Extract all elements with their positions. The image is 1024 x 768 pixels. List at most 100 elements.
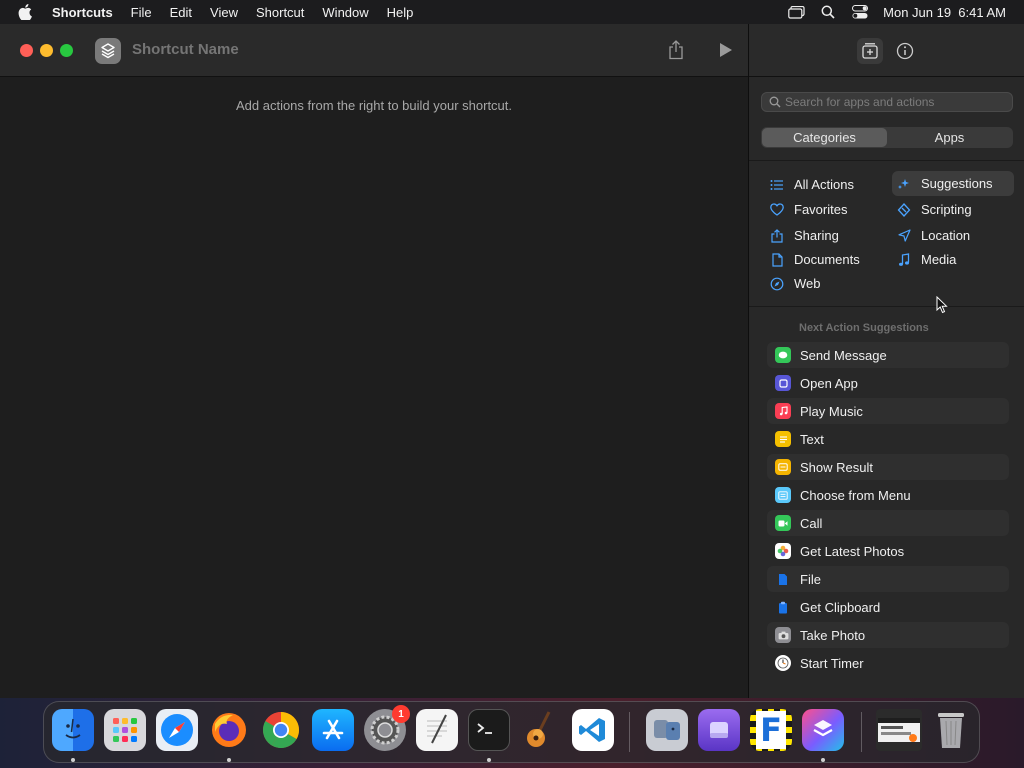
suggestion-file[interactable]: File — [767, 566, 1009, 592]
running-indicator — [227, 758, 231, 762]
heart-icon — [769, 202, 785, 218]
firefox-icon[interactable] — [208, 709, 250, 751]
suggestion-show-result[interactable]: Show Result — [767, 454, 1009, 480]
suggestion-call[interactable]: Call — [767, 510, 1009, 536]
category-suggestions[interactable]: Suggestions — [892, 171, 1014, 196]
trash-icon[interactable] — [930, 709, 972, 751]
scripting-icon — [896, 202, 912, 218]
info-icon[interactable] — [892, 38, 918, 64]
category-documents[interactable]: Documents — [765, 247, 885, 272]
running-indicator — [71, 758, 75, 762]
photos-icon — [775, 543, 791, 559]
zoom-window-button[interactable] — [60, 44, 73, 57]
facetime-icon — [775, 515, 791, 531]
segment-apps[interactable]: Apps — [887, 128, 1012, 147]
category-label: Location — [921, 228, 971, 243]
play-icon[interactable] — [715, 39, 737, 61]
segment-categories[interactable]: Categories — [762, 128, 887, 147]
shortcut-editor[interactable]: Add actions from the right to build your… — [0, 78, 748, 698]
menu-file[interactable]: File — [122, 5, 161, 20]
suggestion-label: Start Timer — [800, 655, 864, 671]
finder-icon[interactable] — [52, 709, 94, 751]
menu-app-name[interactable]: Shortcuts — [52, 5, 122, 20]
category-label: Scripting — [921, 202, 972, 217]
launchpad-icon[interactable] — [104, 709, 146, 751]
running-indicator — [821, 758, 825, 762]
music-note-icon — [896, 252, 912, 268]
menu-icon — [775, 487, 791, 503]
apple-menu-icon[interactable] — [18, 4, 36, 20]
category-scripting[interactable]: Scripting — [892, 197, 1014, 222]
suggestion-text[interactable]: Text — [767, 426, 1009, 452]
category-label: Media — [921, 252, 957, 267]
dock-separator — [629, 712, 630, 752]
menu-window[interactable]: Window — [313, 5, 377, 20]
search-icon — [769, 96, 781, 108]
menu-edit[interactable]: Edit — [161, 5, 201, 20]
minimize-window-button[interactable] — [40, 44, 53, 57]
search-input[interactable] — [785, 95, 1005, 109]
display-icon[interactable] — [787, 4, 805, 20]
editor-hint: Add actions from the right to build your… — [235, 98, 513, 113]
menu-shortcut[interactable]: Shortcut — [247, 5, 313, 20]
category-all-actions[interactable]: All Actions — [765, 172, 885, 197]
textedit-icon[interactable] — [416, 709, 458, 751]
suggestion-play-music[interactable]: Play Music — [767, 398, 1009, 424]
shortcuts-icon[interactable] — [802, 709, 844, 751]
shortcut-icon-picker[interactable] — [95, 38, 121, 64]
fontforge-icon[interactable]: F — [750, 709, 792, 751]
category-label: Sharing — [794, 228, 839, 243]
disk-utility-icon[interactable] — [698, 709, 740, 751]
safari-icon[interactable] — [156, 709, 198, 751]
text-icon — [775, 431, 791, 447]
action-search-field[interactable] — [761, 92, 1013, 112]
share-icon[interactable] — [665, 39, 687, 61]
garageband-icon[interactable] — [520, 709, 562, 751]
running-indicator — [487, 758, 491, 762]
dock-separator — [861, 712, 862, 752]
menubar-clock[interactable]: Mon Jun 19 6:41 AM — [883, 5, 1006, 20]
shortcuts-glyph-icon — [101, 43, 115, 59]
sparkle-icon — [896, 176, 912, 192]
messages-icon — [775, 347, 791, 363]
screenshot-thumbnail-icon[interactable] — [876, 709, 922, 751]
category-media[interactable]: Media — [892, 247, 1014, 272]
suggestion-start-timer[interactable]: Start Timer — [767, 650, 1009, 676]
camera-icon — [775, 627, 791, 643]
suggestion-label: Text — [800, 431, 824, 447]
migration-assistant-icon[interactable] — [646, 709, 688, 751]
category-label: Favorites — [794, 202, 848, 217]
control-center-icon[interactable] — [851, 4, 869, 20]
close-window-button[interactable] — [20, 44, 33, 57]
suggestion-open-app[interactable]: Open App — [767, 370, 1009, 396]
spotlight-icon[interactable] — [819, 4, 837, 20]
action-library-sidebar: Categories Apps All Actions Suggestions … — [748, 24, 1024, 698]
suggestion-send-message[interactable]: Send Message — [767, 342, 1009, 368]
suggestion-label: Take Photo — [800, 627, 866, 643]
category-location[interactable]: Location — [892, 223, 1014, 248]
suggestion-choose-from-menu[interactable]: Choose from Menu — [767, 482, 1009, 508]
chrome-icon[interactable] — [260, 709, 302, 751]
action-library-icon[interactable] — [857, 38, 883, 64]
vscode-icon[interactable] — [572, 709, 614, 751]
category-web[interactable]: Web — [765, 271, 885, 296]
app-store-icon[interactable] — [312, 709, 354, 751]
suggestion-label: File — [800, 571, 821, 587]
menu-bar: Shortcuts File Edit View Shortcut Window… — [0, 0, 1024, 24]
suggestion-take-photo[interactable]: Take Photo — [767, 622, 1009, 648]
show-result-icon — [775, 459, 791, 475]
open-app-icon — [775, 375, 791, 391]
category-sharing[interactable]: Sharing — [765, 223, 885, 248]
terminal-icon[interactable] — [468, 709, 510, 751]
suggestion-label: Call — [800, 515, 823, 531]
menu-view[interactable]: View — [201, 5, 247, 20]
category-favorites[interactable]: Favorites — [765, 197, 885, 222]
system-settings-icon[interactable]: 1 — [364, 705, 410, 751]
divider — [749, 160, 1024, 161]
clipboard-icon — [775, 599, 791, 615]
suggestion-get-latest-photos[interactable]: Get Latest Photos — [767, 538, 1009, 564]
shortcuts-window: Add actions from the right to build your… — [0, 24, 1024, 698]
menu-help[interactable]: Help — [378, 5, 423, 20]
shortcut-name-field[interactable] — [132, 41, 382, 58]
suggestion-get-clipboard[interactable]: Get Clipboard — [767, 594, 1009, 620]
